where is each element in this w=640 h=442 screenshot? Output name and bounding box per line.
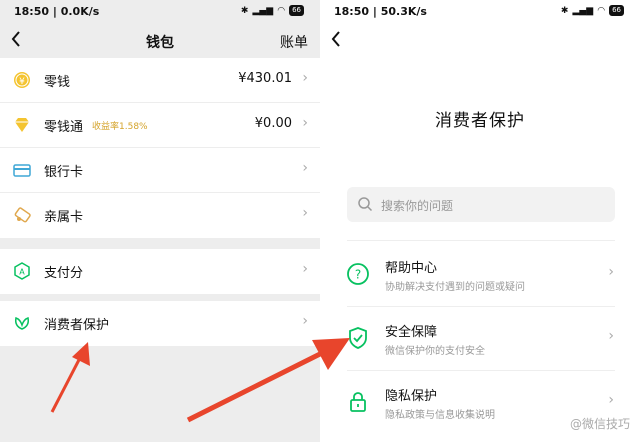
item-subtitle: 协助解决支付遇到的问题或疑问 [385,282,525,293]
consumer-protection-panel: 18:50 | 50.3K/s ✱ ▂▄▆ ◠ 66 消费者保护 搜索你的问题 … [320,0,640,442]
signal-icon: ▂▄▆ [572,5,594,16]
list-item-family-card[interactable]: 亲属卡 › [0,193,320,238]
search-placeholder: 搜索你的问题 [381,199,454,213]
bluetooth-icon: ✱ [240,5,249,16]
page-title: 钱包 [146,35,174,51]
search-input[interactable]: 搜索你的问题 [347,187,615,222]
coin-icon: ¥ [12,70,32,90]
svg-text:¥: ¥ [19,77,25,87]
wallet-list-group-1: ¥ 零钱 ¥430.01 › 零钱通 收益率1.58% ¥0.00 › 银行卡 … [0,58,320,238]
chevron-right-icon: › [302,70,308,86]
battery-icon: 66 [609,5,624,16]
card-icon [12,160,32,180]
divider [347,370,615,371]
chevron-right-icon: › [302,205,308,221]
chevron-right-icon: › [302,313,308,329]
diamond-icon [12,115,32,135]
battery-icon: 66 [289,5,304,16]
signal-icon: ▂▄▆ [252,5,274,16]
watermark: @微信技巧 [569,417,630,431]
item-label: 零钱通 [44,120,84,135]
status-time: 18:50 | 0.0K/s [14,5,100,18]
item-value: ¥0.00 [254,116,292,131]
status-icons: ✱ ▂▄▆ ◠ 66 [241,5,304,16]
list-item-change[interactable]: ¥ 零钱 ¥430.01 › [0,58,320,103]
chevron-right-icon: › [608,328,614,344]
item-label: 亲属卡 [44,210,84,225]
lock-icon [346,390,370,414]
list-item-pay-score[interactable]: A 支付分 › [0,249,320,294]
chevron-right-icon: › [608,264,614,280]
bluetooth-icon: ✱ [560,5,569,16]
item-label: 消费者保护 [44,318,110,333]
item-title: 安全保障 [385,325,438,340]
svg-text:A: A [19,268,25,277]
yield-badge: 收益率1.58% [92,122,148,132]
svg-text:?: ? [355,268,361,282]
item-label: 零钱 [44,75,71,90]
score-icon: A [12,261,32,281]
item-subtitle: 隐私政策与信息收集说明 [385,410,495,421]
red-arrow-icon [50,342,90,413]
wifi-icon: ◠ [277,5,286,16]
search-icon [357,196,373,212]
chevron-right-icon: › [302,160,308,176]
list-item-help-center[interactable]: ? 帮助中心 协助解决支付遇到的问题或疑问 › [320,246,640,308]
list-item-bank-card[interactable]: 银行卡 › [0,148,320,193]
divider [347,240,615,241]
back-icon[interactable] [330,30,348,52]
nav-bar [320,24,640,58]
chevron-right-icon: › [302,261,308,277]
wallet-panel: 18:50 | 0.0K/s ✱ ▂▄▆ ◠ 66 钱包 账单 ¥ 零钱 ¥43… [0,0,320,442]
item-title: 隐私保护 [385,389,438,404]
shield-icon [346,326,370,350]
list-item-consumer-protection[interactable]: 消费者保护 › [0,301,320,346]
status-time: 18:50 | 50.3K/s [334,5,427,18]
status-icons: ✱ ▂▄▆ ◠ 66 [561,5,624,16]
item-label: 支付分 [44,266,84,281]
list-item-lingqiantong[interactable]: 零钱通 收益率1.58% ¥0.00 › [0,103,320,148]
chevron-right-icon: › [608,392,614,408]
bill-link[interactable]: 账单 [280,32,308,52]
page-title: 消费者保护 [435,111,525,131]
wifi-icon: ◠ [597,5,606,16]
item-title: 帮助中心 [385,261,438,276]
list-item-security[interactable]: 安全保障 微信保护你的支付安全 › [320,310,640,372]
item-label: 银行卡 [44,165,84,180]
nav-bar: 钱包 账单 [0,24,320,58]
wallet-list-group-2: A 支付分 › [0,249,320,294]
item-value: ¥430.01 [238,71,292,86]
wallet-list-group-3: 消费者保护 › [0,301,320,346]
family-card-icon [12,205,32,225]
help-icon: ? [346,262,370,286]
divider [347,306,615,307]
chevron-right-icon: › [302,115,308,131]
item-subtitle: 微信保护你的支付安全 [385,346,485,357]
leaf-shield-icon [12,313,32,333]
status-bar: 18:50 | 50.3K/s ✱ ▂▄▆ ◠ 66 [320,0,640,24]
status-bar: 18:50 | 0.0K/s ✱ ▂▄▆ ◠ 66 [0,0,320,24]
